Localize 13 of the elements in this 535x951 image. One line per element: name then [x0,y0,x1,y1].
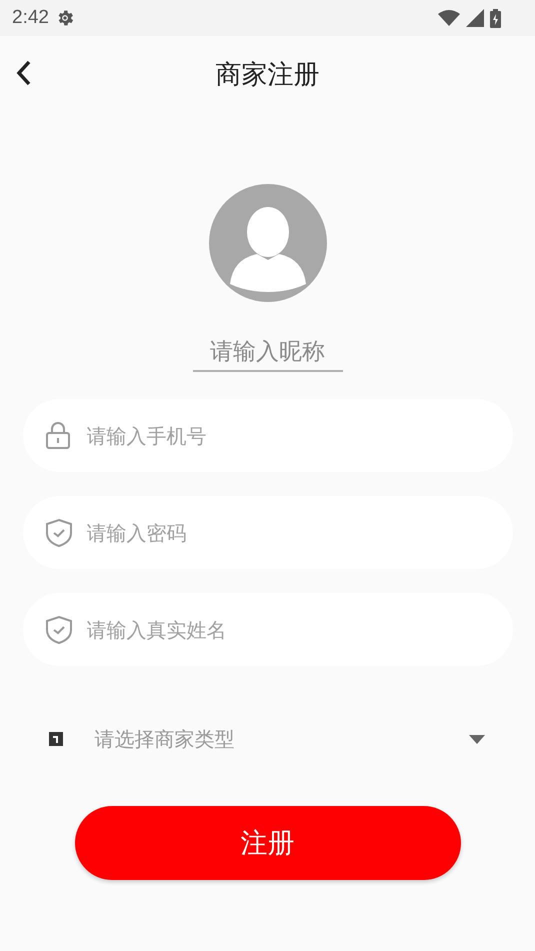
register-button[interactable]: 注册 [74,806,460,880]
page-title: 商家注册 [216,58,320,92]
battery-icon [490,8,501,28]
wifi-icon [438,10,460,26]
signal-icon [466,9,484,27]
status-time: 2:42 [12,7,49,29]
back-icon[interactable] [16,60,32,86]
input-field[interactable]: 请输入密码 [22,496,512,569]
caret-icon [468,734,484,744]
merchant-type-dropdown[interactable]: 请选择商家类型 [22,714,512,764]
input-field[interactable]: 请输入真实姓名 [22,593,512,666]
nickname-field[interactable]: 请输入昵称 [192,334,342,372]
input-field[interactable]: 请输入手机号 [22,399,512,472]
